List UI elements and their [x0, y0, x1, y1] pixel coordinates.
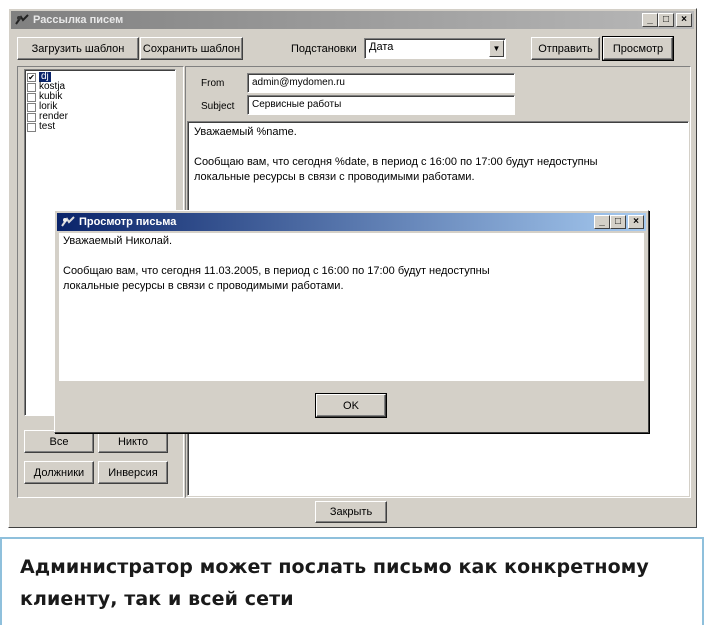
page: Рассылка писем _ □ × Загрузить шаблон Со… — [0, 0, 704, 625]
caption-text: Администратор может послать письмо как к… — [20, 556, 649, 610]
checkbox[interactable] — [27, 112, 36, 122]
invert-selection-button[interactable]: Инверсия — [98, 461, 168, 484]
checkbox[interactable] — [27, 122, 36, 132]
substitutions-label: Подстановки — [291, 43, 357, 55]
from-label: From — [201, 78, 225, 89]
preview-dialog: Просмотр письма _ □ × Уважаемый Николай.… — [54, 210, 649, 433]
save-template-button[interactable]: Сохранить шаблон — [140, 37, 243, 60]
checkbox[interactable] — [27, 92, 36, 102]
preview-body-line: Уважаемый Николай. — [63, 235, 173, 247]
message-body-line: локальные ресурсы в связи с проводимыми … — [194, 171, 475, 183]
send-button[interactable]: Отправить — [531, 37, 600, 60]
preview-button[interactable]: Просмотр — [602, 36, 674, 61]
preview-body-line: локальные ресурсы в связи с проводимыми … — [63, 280, 344, 292]
ok-button[interactable]: OK — [315, 393, 387, 418]
message-body-line: Сообщаю вам, что сегодня %date, в период… — [194, 156, 598, 168]
message-body-line: Уважаемый %name. — [194, 126, 297, 138]
preview-titlebar[interactable]: Просмотр письма _ □ × — [57, 213, 646, 231]
preview-body-line: Сообщаю вам, что сегодня 11.03.2005, в п… — [63, 265, 490, 277]
main-window-title: Рассылка писем — [33, 14, 124, 26]
chevron-down-icon[interactable]: ▼ — [489, 40, 504, 57]
select-none-button[interactable]: Никто — [98, 430, 168, 453]
minimize-icon[interactable]: _ — [642, 13, 658, 27]
app-icon — [15, 14, 29, 26]
load-template-button[interactable]: Загрузить шаблон — [17, 37, 139, 60]
checkbox-checked[interactable]: ✔ — [27, 72, 36, 82]
checkbox[interactable] — [27, 82, 36, 92]
close-icon[interactable]: × — [676, 13, 692, 27]
maximize-icon[interactable]: □ — [658, 13, 674, 27]
close-button[interactable]: Закрыть — [315, 501, 387, 523]
substitutions-value: Дата — [369, 41, 394, 53]
subject-label: Subject — [201, 101, 235, 112]
maximize-icon[interactable]: □ — [610, 215, 626, 229]
select-debtors-button[interactable]: Должники — [24, 461, 94, 484]
preview-dialog-title: Просмотр письма — [79, 216, 177, 228]
caption-box: Администратор может послать письмо как к… — [0, 537, 704, 625]
app-icon — [61, 216, 75, 228]
preview-body: Уважаемый Николай. Сообщаю вам, что сего… — [59, 233, 644, 381]
from-field[interactable]: admin@mydomen.ru — [247, 73, 515, 93]
list-item[interactable]: test — [25, 122, 175, 132]
select-all-button[interactable]: Все — [24, 430, 94, 453]
close-icon[interactable]: × — [628, 215, 644, 229]
subject-field[interactable]: Сервисные работы — [247, 95, 515, 115]
checkbox[interactable] — [27, 102, 36, 112]
substitutions-select[interactable]: Дата ▼ — [364, 38, 506, 59]
minimize-icon[interactable]: _ — [594, 215, 610, 229]
main-titlebar[interactable]: Рассылка писем _ □ × — [11, 11, 694, 29]
